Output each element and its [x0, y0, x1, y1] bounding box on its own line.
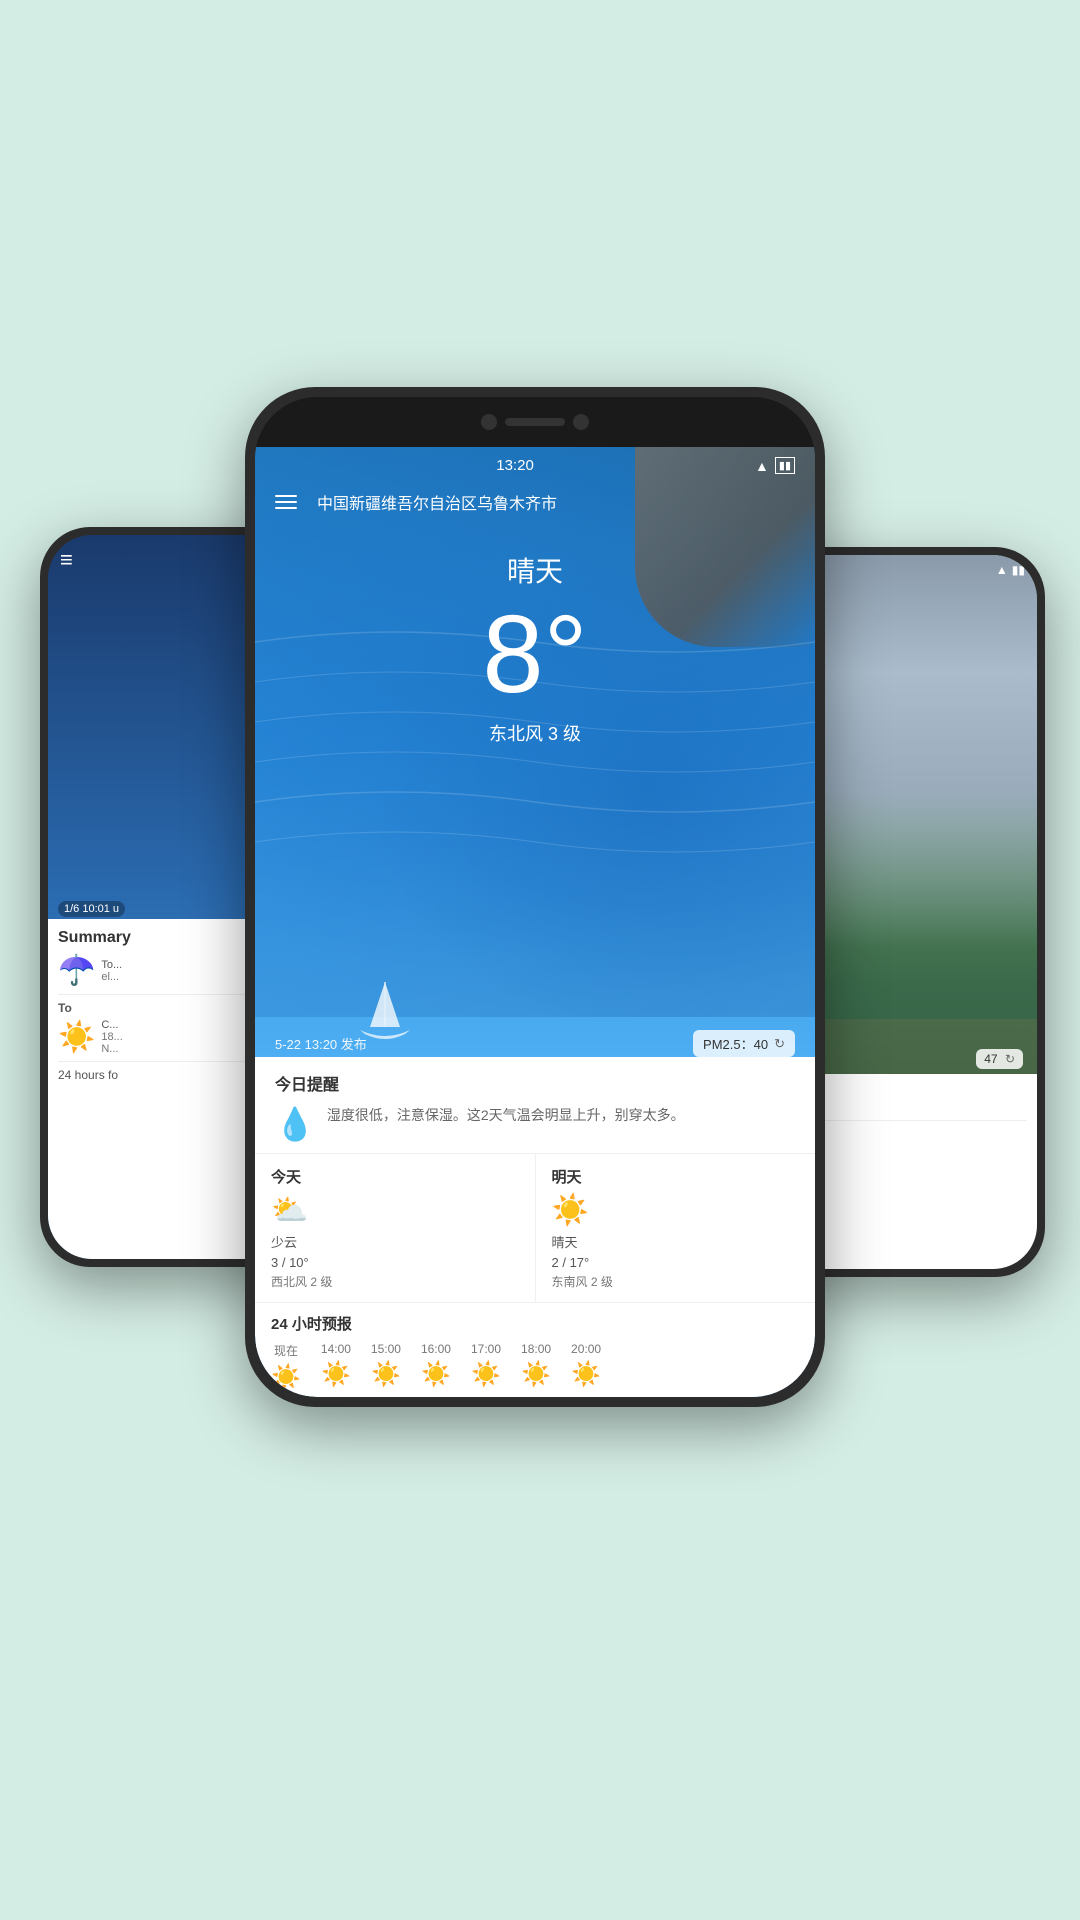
left-summary-text1: To...: [101, 959, 122, 971]
drop-icon: 💧: [275, 1105, 315, 1143]
reminder-text: 湿度很低，注意保湿。这2天气温会明显上升，别穿太多。: [327, 1105, 685, 1126]
hourly-item: 现在 ☀️: [271, 1342, 301, 1392]
right-battery-icon: ▮▮: [1012, 563, 1025, 577]
today-icon: ⛅: [271, 1193, 519, 1228]
left-today-detail1: C...: [101, 1019, 122, 1031]
hourly-icon: ☀️: [521, 1360, 551, 1389]
left-umbrella-icon: ☂️: [58, 953, 95, 988]
hourly-time: 15:00: [371, 1342, 401, 1356]
camera-bar: [255, 397, 815, 447]
today-temp: 3 / 10°: [271, 1255, 519, 1270]
forecast-row: 今天 ⛅ 少云 3 / 10° 西北风 2 级 明天 ☀️ 晴天: [255, 1154, 815, 1303]
tomorrow-condition: 晴天: [552, 1232, 800, 1251]
phone-inner: 13:20 ▲ ▮▮ 中国新疆维: [255, 397, 815, 1397]
hourly-time: 现在: [271, 1342, 301, 1359]
hourly-icon: ☀️: [371, 1360, 401, 1389]
wifi-icon: ▲: [755, 458, 769, 474]
today-reminder-section: 今日提醒 💧 湿度很低，注意保湿。这2天气温会明显上升，别穿太多。: [255, 1057, 815, 1154]
left-sun-icon: ☀️: [58, 1020, 95, 1055]
hourly-item: 20:00 ☀️: [571, 1342, 601, 1392]
hourly-time: 14:00: [321, 1342, 351, 1356]
white-content-area: 今日提醒 💧 湿度很低，注意保湿。这2天气温会明显上升，别穿太多。 今天: [255, 1057, 815, 1397]
reminder-title: 今日提醒: [275, 1071, 795, 1095]
hourly-row: 现在 ☀️ 14:00 ☀️ 15:00 ☀️ 16:00 ☀️ 17:00 ☀…: [271, 1342, 799, 1392]
status-icons: ▲ ▮▮: [755, 457, 795, 474]
speaker: [505, 418, 565, 426]
today-condition: 少云: [271, 1232, 519, 1251]
left-date-badge: 1/6 10:01 u: [58, 901, 125, 917]
hourly-item: 15:00 ☀️: [371, 1342, 401, 1392]
pm25-badge: PM2.5：40 ↻: [693, 1030, 795, 1057]
pm25-text: PM2.5：40: [703, 1034, 768, 1053]
refresh-icon[interactable]: ↻: [774, 1036, 785, 1052]
hourly-icon: ☀️: [421, 1360, 451, 1389]
today-wind: 西北风 2 级: [271, 1273, 519, 1290]
tomorrow-wind: 东南风 2 级: [552, 1273, 800, 1290]
left-today-detail3: N...: [101, 1043, 122, 1055]
status-time: 13:20: [496, 457, 534, 474]
hourly-time: 17:00: [471, 1342, 501, 1356]
menu-button[interactable]: [275, 495, 297, 509]
right-badge: 47 ↻: [976, 1049, 1023, 1069]
phones-container: ≡ Summary ☂️ To... el... To ☀️: [0, 327, 1080, 1707]
location-text: 中国新疆维吾尔自治区乌鲁木齐市: [317, 490, 557, 514]
hourly-section: 24 小时预报 现在 ☀️ 14:00 ☀️ 15:00 ☀️ 16:00 ☀️…: [255, 1303, 815, 1397]
hourly-item: 16:00 ☀️: [421, 1342, 451, 1392]
camera-dot-left: [481, 414, 497, 430]
forecast-tomorrow: 明天 ☀️ 晴天 2 / 17° 东南风 2 级: [536, 1154, 816, 1302]
publish-time: 5-22 13:20 发布: [275, 1034, 367, 1053]
hourly-time: 18:00: [521, 1342, 551, 1356]
weather-condition: 晴天: [275, 550, 795, 590]
weather-screen: 13:20 ▲ ▮▮ 中国新疆维: [255, 447, 815, 1397]
hourly-icon: ☀️: [571, 1360, 601, 1389]
weather-wind: 东北风 3 级: [275, 720, 795, 746]
hourly-item: 17:00 ☀️: [471, 1342, 501, 1392]
battery-icon: ▮▮: [775, 457, 795, 474]
left-today-detail2: 18...: [101, 1031, 122, 1043]
left-summary-text2: el...: [101, 971, 122, 983]
hourly-item: 18:00 ☀️: [521, 1342, 551, 1392]
hourly-title: 24 小时预报: [271, 1313, 799, 1334]
camera-dot-right: [573, 414, 589, 430]
tomorrow-icon: ☀️: [552, 1193, 800, 1228]
tomorrow-temp: 2 / 17°: [552, 1255, 800, 1270]
hourly-time: 20:00: [571, 1342, 601, 1356]
weather-temperature: 8°: [275, 600, 795, 710]
tomorrow-label: 明天: [552, 1166, 800, 1187]
forecast-today: 今天 ⛅ 少云 3 / 10° 西北风 2 级: [255, 1154, 536, 1302]
bottom-info-bar: 5-22 13:20 发布 PM2.5：40 ↻: [255, 1030, 815, 1057]
hourly-icon: ☀️: [471, 1360, 501, 1389]
screen: 13:20 ▲ ▮▮ 中国新疆维: [255, 447, 815, 1397]
hourly-time: 16:00: [421, 1342, 451, 1356]
hourly-icon: ☀️: [271, 1363, 301, 1392]
hourly-item: 14:00 ☀️: [321, 1342, 351, 1392]
today-label: 今天: [271, 1166, 519, 1187]
right-wifi-icon: ▲: [996, 563, 1008, 577]
hourly-icon: ☀️: [321, 1360, 351, 1389]
phone-center: 13:20 ▲ ▮▮ 中国新疆维: [245, 387, 825, 1407]
